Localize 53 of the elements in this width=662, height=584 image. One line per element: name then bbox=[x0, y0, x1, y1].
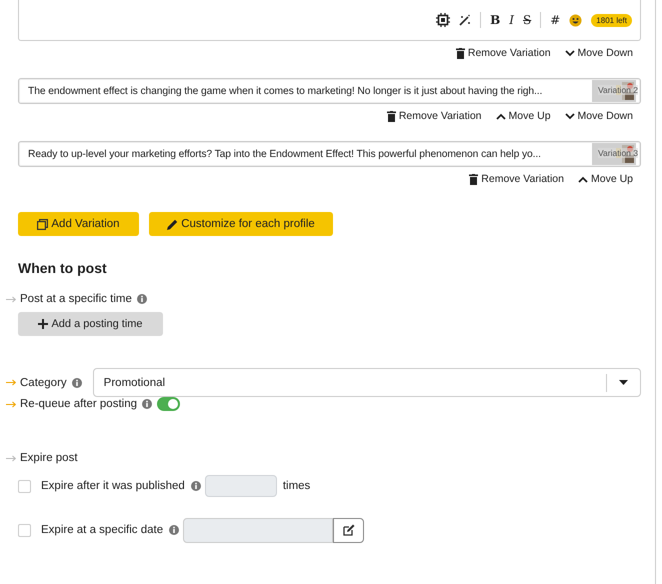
info-icon bbox=[142, 399, 152, 409]
dropdown-caret-icon bbox=[619, 380, 628, 385]
info-icon bbox=[190, 481, 201, 491]
hashtag-button[interactable]: # bbox=[550, 13, 560, 27]
chevron-down-icon bbox=[564, 112, 575, 120]
variation-label: Variation 3 bbox=[598, 148, 638, 158]
field-label: Expire post bbox=[20, 452, 78, 464]
category-select[interactable]: Promotional bbox=[92, 368, 641, 397]
info-icon bbox=[136, 294, 147, 304]
field-label: Post at a specific time bbox=[20, 293, 132, 305]
variation-field[interactable]: Ready to up-level your marketing efforts? Tap into the Endowment Effect! This powerful phenomenon can help yo... Variation 3 bbox=[18, 141, 641, 167]
section-heading: When to post bbox=[18, 260, 108, 276]
variation-label: Variation 2 bbox=[598, 85, 638, 95]
italic-button[interactable]: I bbox=[509, 13, 514, 27]
variation-field[interactable]: The endowment effect is changing the game when it comes to marketing! No longer is it just about having the righ... Variation 2 bbox=[18, 78, 641, 104]
trash-icon bbox=[386, 110, 396, 122]
variation-action-link[interactable]: Remove Variation bbox=[386, 109, 482, 123]
variation-action-link[interactable]: Move Up bbox=[578, 172, 633, 186]
checkbox-label: Expire after it was published bbox=[41, 480, 185, 492]
pencil-icon bbox=[167, 218, 178, 230]
field-label: Category bbox=[20, 376, 67, 388]
unit-label: times bbox=[282, 480, 310, 492]
copy-icon bbox=[37, 218, 48, 230]
variation-action-link[interactable]: Remove Variation bbox=[469, 172, 564, 186]
trash-icon bbox=[456, 48, 465, 58]
chevron-up-icon bbox=[578, 176, 588, 182]
variation-action-link[interactable]: Remove Variation bbox=[456, 46, 551, 60]
field-label: Re-queue after posting bbox=[20, 398, 137, 410]
character-counter: 1801 left bbox=[591, 14, 632, 26]
magic-wand-icon[interactable] bbox=[459, 14, 472, 26]
strikethrough-button[interactable]: S bbox=[523, 13, 532, 27]
action-button[interactable]: Add Variation bbox=[18, 212, 139, 236]
variation-action-link[interactable]: Move Down bbox=[564, 109, 633, 123]
add-posting-time-button[interactable]: Add a posting time bbox=[18, 312, 163, 336]
info-icon bbox=[169, 525, 180, 535]
info-icon bbox=[72, 378, 82, 388]
checkbox-label: Expire at a specific date bbox=[41, 524, 164, 536]
plus-icon bbox=[38, 319, 48, 329]
trash-icon bbox=[469, 174, 478, 184]
edit-icon bbox=[342, 524, 355, 536]
action-button[interactable]: Customize for each profile bbox=[149, 212, 333, 236]
variation-action-link[interactable]: Move Down bbox=[564, 46, 633, 60]
post-editor[interactable]: B I S # 1801 left bbox=[18, 0, 641, 41]
emoji-icon[interactable] bbox=[569, 14, 582, 26]
chevron-down-icon bbox=[564, 50, 575, 56]
checkbox[interactable] bbox=[18, 480, 31, 492]
chevron-up-icon bbox=[496, 112, 506, 120]
bold-button[interactable]: B bbox=[490, 13, 500, 27]
ai-chip-icon[interactable] bbox=[436, 13, 450, 27]
edit-date-button[interactable] bbox=[333, 518, 364, 542]
variation-action-link[interactable]: Move Up bbox=[496, 109, 551, 123]
checkbox[interactable] bbox=[18, 524, 31, 536]
requeue-toggle[interactable] bbox=[157, 397, 180, 411]
